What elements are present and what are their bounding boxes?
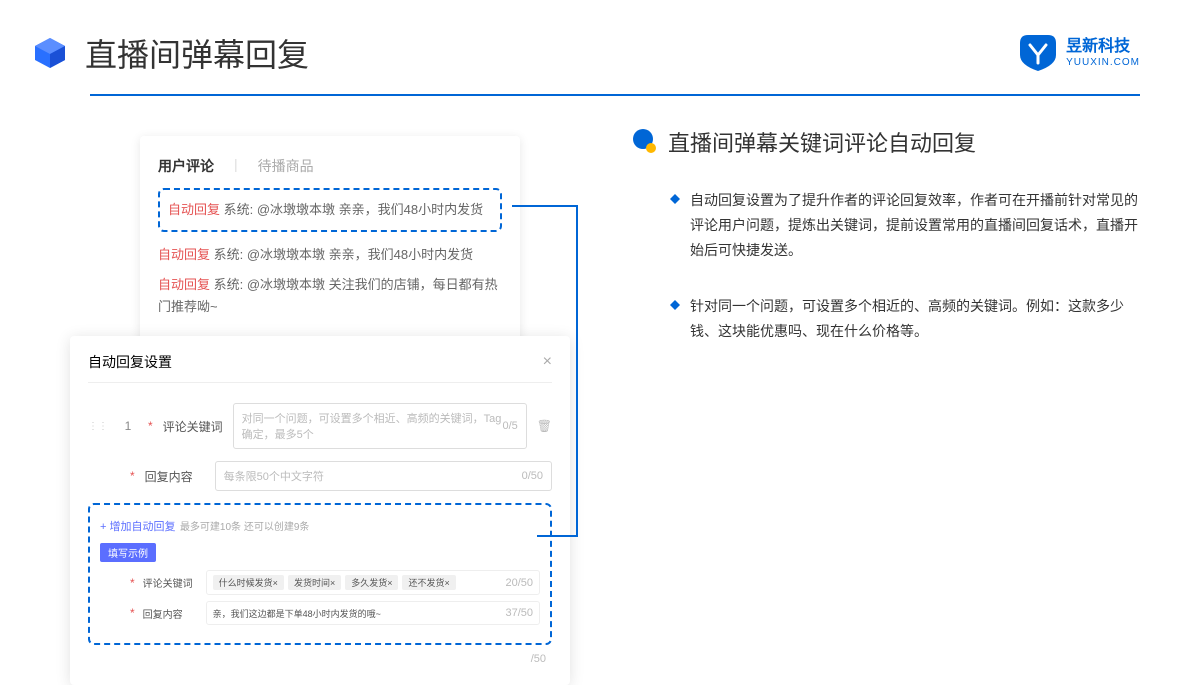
keyword-input[interactable]: 对同一个问题，可设置多个相近、高频的关键词，Tag确定，最多5个 0/5 [233,403,527,449]
comment-text: 系统: @冰墩墩本墩 亲亲，我们48小时内发货 [224,202,484,217]
example-content-row: * 回复内容 亲，我们这边都是下单48小时内发货的哦~ 37/50 [100,601,540,625]
bullet-item-1: 自动回复设置为了提升作者的评论回复效率，作者可在开播前针对常见的评论用户问题，提… [630,188,1140,264]
bullet-text: 针对同一个问题，可设置多个相近的、高频的关键词。例如：这款多少钱、这块能优惠吗、… [690,294,1140,344]
ex-content-text: 亲，我们这边都是下单48小时内发货的哦~ [213,607,381,620]
tabs-bar: 用户评论 | 待播商品 [158,156,502,176]
section-title: 直播间弹幕关键词评论自动回复 [668,126,976,158]
required-star: * [148,419,153,433]
required-star: * [130,606,135,620]
mockup-panel: 用户评论 | 待播商品 自动回复 系统: @冰墩墩本墩 亲亲，我们48小时内发货… [70,126,570,616]
auto-reply-tag: 自动回复 [158,277,210,292]
comments-card: 用户评论 | 待播商品 自动回复 系统: @冰墩墩本墩 亲亲，我们48小时内发货… [140,136,520,344]
ex-keyword-label: 评论关键词 [143,575,198,590]
close-icon[interactable]: × [543,353,552,371]
section-header: 直播间弹幕关键词评论自动回复 [630,126,1140,158]
keyword-tag[interactable]: 还不发货× [402,575,455,590]
brand-name: 昱新科技 [1066,37,1140,56]
comment-row-2: 自动回复 系统: @冰墩墩本墩 亲亲，我们48小时内发货 [158,244,502,266]
comment-row-3: 自动回复 系统: @冰墩墩本墩 关注我们的店铺，每日都有热门推荐呦~ [158,274,502,318]
tab-pending-goods[interactable]: 待播商品 [258,156,314,176]
add-note: 最多可建10条 还可以创建9条 [180,522,309,533]
settings-title: 自动回复设置 [88,352,172,372]
delete-icon[interactable]: 🗑 [537,419,552,433]
tag-list: 什么时候发货× 发货时间× 多久发货× 还不发货× [213,575,456,590]
char-counter: 0/5 [502,420,517,432]
char-counter: 37/50 [505,607,533,619]
description-panel: 直播间弹幕关键词评论自动回复 自动回复设置为了提升作者的评论回复效率，作者可在开… [630,126,1140,616]
content-row: * 回复内容 每条限50个中文字符 0/50 [88,461,552,491]
page-title: 直播间弹幕回复 [85,30,309,76]
keyword-label: 评论关键词 [163,418,223,435]
diamond-icon [670,300,680,310]
tab-user-comments[interactable]: 用户评论 [158,156,214,176]
brand-text: 昱新科技 YUUXIN.COM [1066,37,1140,68]
input-placeholder: 对同一个问题，可设置多个相近、高频的关键词，Tag确定，最多5个 [242,410,503,442]
auto-reply-tag: 自动回复 [158,247,210,262]
cube-icon [30,33,70,73]
brand-url: YUUXIN.COM [1066,57,1140,69]
keyword-tag[interactable]: 什么时候发货× [213,575,284,590]
example-badge: 填写示例 [100,543,156,562]
comment-text: 系统: @冰墩墩本墩 亲亲，我们48小时内发货 [214,247,474,262]
char-counter: 20/50 [505,577,533,589]
char-counter: 0/50 [522,470,543,482]
row-number: 1 [118,419,138,433]
settings-header: 自动回复设置 × [88,352,552,383]
highlighted-comment: 自动回复 系统: @冰墩墩本墩 亲亲，我们48小时内发货 [158,188,502,232]
content-label: 回复内容 [145,468,205,485]
keyword-row: ⋮⋮ 1 * 评论关键词 对同一个问题，可设置多个相近、高频的关键词，Tag确定… [88,403,552,449]
settings-card: 自动回复设置 × ⋮⋮ 1 * 评论关键词 对同一个问题，可设置多个相近、高频的… [70,336,570,685]
add-reply-link[interactable]: + 增加自动回复 [100,521,175,533]
keyword-tag[interactable]: 多久发货× [345,575,398,590]
required-star: * [130,469,135,483]
main-content: 用户评论 | 待播商品 自动回复 系统: @冰墩墩本墩 亲亲，我们48小时内发货… [0,96,1180,616]
brand-mark-icon [1018,33,1058,73]
ex-content-label: 回复内容 [143,606,198,621]
drag-handle-icon[interactable]: ⋮⋮ [88,421,108,432]
tab-divider: | [234,156,238,176]
page-header: 直播间弹幕回复 昱新科技 YUUXIN.COM [0,0,1180,86]
diamond-icon [670,194,680,204]
brand-logo: 昱新科技 YUUXIN.COM [1018,33,1140,73]
chat-bubble-icon [630,128,658,156]
outer-counter: /50 [531,653,546,665]
keyword-tag[interactable]: 发货时间× [288,575,341,590]
bullet-text: 自动回复设置为了提升作者的评论回复效率，作者可在开播前针对常见的评论用户问题，提… [690,188,1140,264]
content-input[interactable]: 每条限50个中文字符 0/50 [215,461,552,491]
auto-reply-tag: 自动回复 [168,202,220,217]
input-placeholder: 每条限50个中文字符 [224,468,324,484]
required-star: * [130,576,135,590]
header-left: 直播间弹幕回复 [30,30,309,76]
example-block: + 增加自动回复 最多可建10条 还可以创建9条 填写示例 * 评论关键词 什么… [88,503,552,645]
ex-content-input[interactable]: 亲，我们这边都是下单48小时内发货的哦~ 37/50 [206,601,540,625]
bullet-item-2: 针对同一个问题，可设置多个相近的、高频的关键词。例如：这款多少钱、这块能优惠吗、… [630,294,1140,344]
ex-keyword-input[interactable]: 什么时候发货× 发货时间× 多久发货× 还不发货× 20/50 [206,570,540,595]
example-keyword-row: * 评论关键词 什么时候发货× 发货时间× 多久发货× 还不发货× 20/50 [100,570,540,595]
